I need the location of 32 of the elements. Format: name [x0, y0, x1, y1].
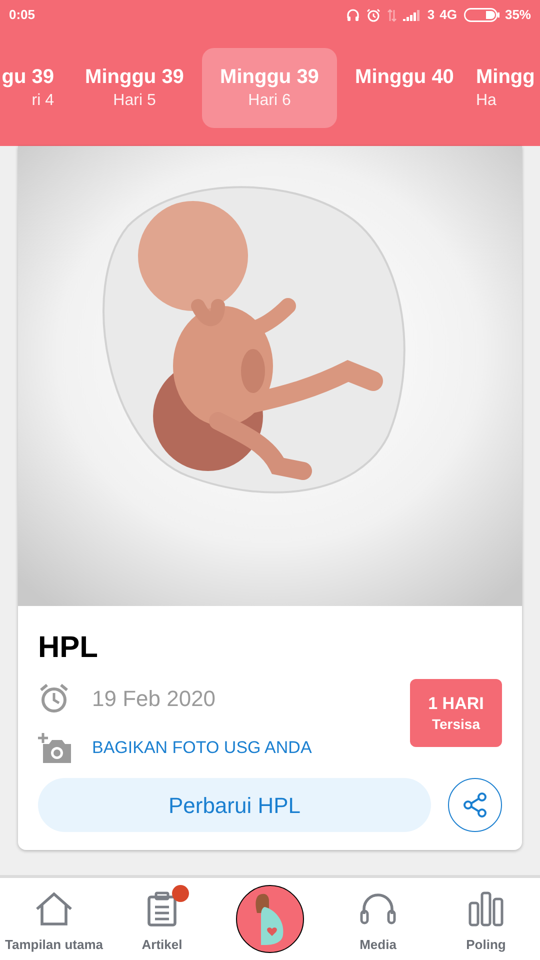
status-time: 0:05: [9, 6, 36, 24]
alarm-icon: [366, 8, 382, 22]
nav-item[interactable]: Tampilan utama: [0, 878, 108, 960]
sim-label: 3: [427, 6, 435, 24]
headphones-icon: [359, 892, 397, 926]
countdown-caption: Tersisa: [432, 715, 480, 733]
headphones-icon: [346, 8, 360, 22]
add-camera-icon: [38, 732, 74, 764]
battery-icon: [464, 8, 500, 22]
data-arrows-icon: [387, 8, 398, 22]
alarm-clock-icon: [38, 682, 70, 714]
week-tab[interactable]: Minggu 40: [337, 48, 472, 128]
week-tab[interactable]: gu 39 ri 4: [0, 48, 67, 128]
network-label: 4G: [440, 6, 457, 24]
update-button[interactable]: Perbarui HPL: [38, 778, 431, 832]
document-icon: [147, 891, 177, 928]
week-tab[interactable]: Minggu 39 Hari 6: [202, 48, 337, 128]
countdown-value: 1 HARI: [428, 693, 484, 715]
home-icon: [35, 892, 73, 926]
nav-item[interactable]: Media: [324, 878, 432, 960]
bar-chart-icon: [468, 891, 504, 928]
share-button[interactable]: [448, 778, 502, 832]
signal-icon: [403, 9, 420, 21]
week-tab[interactable]: Minggu 39 Hari 5: [67, 48, 202, 128]
share-photo-link[interactable]: BAGIKAN FOTO USG ANDA: [92, 735, 312, 761]
share-icon: [462, 792, 488, 818]
card-title: HPL: [38, 630, 99, 666]
nav-item[interactable]: Artikel: [108, 878, 216, 960]
nav-item[interactable]: Poling: [432, 878, 540, 960]
battery-percent: 35%: [504, 6, 531, 24]
due-date: 19 Feb 2020: [92, 684, 216, 712]
week-tab[interactable]: Mingg Ha: [472, 48, 540, 128]
